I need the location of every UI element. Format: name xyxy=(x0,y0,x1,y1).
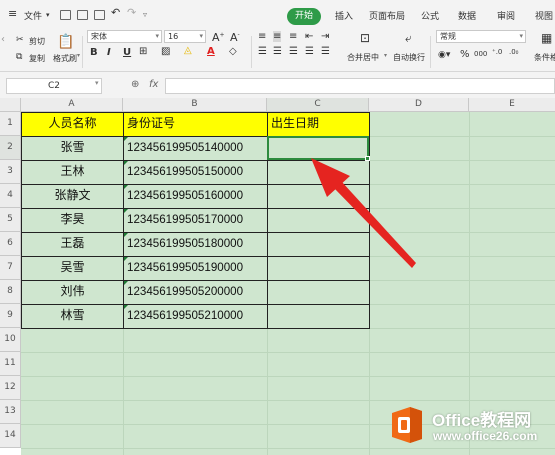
watermark-brand: Office教程网 xyxy=(432,411,532,430)
office-logo-icon xyxy=(392,407,422,443)
annotation-arrow-icon xyxy=(311,158,416,268)
watermark-url: www.office26.com xyxy=(433,429,538,443)
